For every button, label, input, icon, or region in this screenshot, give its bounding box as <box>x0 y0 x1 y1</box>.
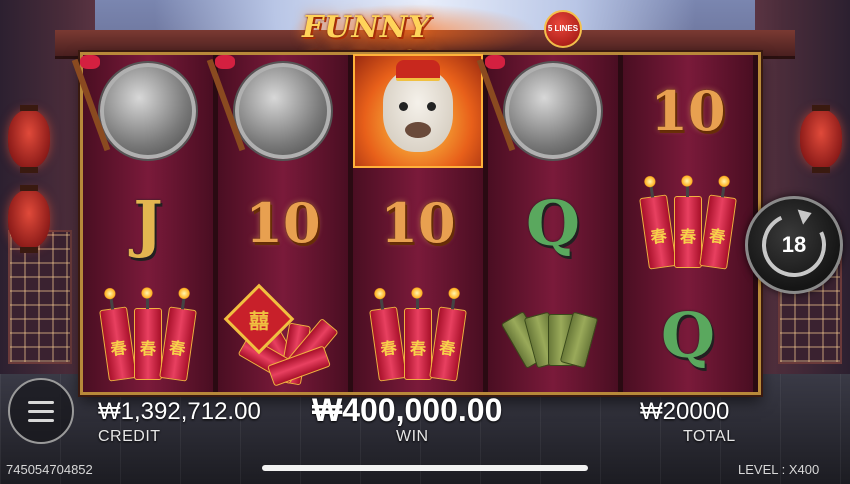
firecracker-icon: 春 <box>699 194 737 270</box>
firecracker-icon: 春 <box>639 194 677 270</box>
reel-cell <box>80 55 213 167</box>
firecracker-glyph: 春 <box>708 227 727 247</box>
firecracker-glyph: 春 <box>409 341 426 358</box>
firecracker-glyph: 春 <box>168 339 187 359</box>
firecracker-bundle-symbol: 囍 <box>223 283 339 387</box>
reel-cell: 10 <box>623 55 753 167</box>
lantern <box>8 185 50 253</box>
reel-cell <box>488 279 618 391</box>
reel-cell: 春春春 <box>623 167 753 279</box>
firecrackers-symbol: 春春春 <box>638 175 738 270</box>
reel-cell: J <box>83 167 213 279</box>
ribbon-icon <box>215 55 235 69</box>
win-value: ₩400,000.00 <box>312 392 503 428</box>
symbol-j: J <box>133 186 163 260</box>
firecrackers-symbol: 春春春 <box>368 287 468 382</box>
firecracker-icon: 春 <box>369 306 407 382</box>
reel-cell: 囍 <box>218 279 348 391</box>
symbol-q: Q <box>525 186 580 260</box>
level-label: LEVEL : <box>738 462 786 477</box>
firecracker-glyph: 春 <box>438 339 457 359</box>
gong-symbol <box>485 55 601 159</box>
total-bet-label: TOTAL <box>683 428 736 445</box>
left-window <box>8 230 72 364</box>
reel-cell: 10 <box>353 167 483 279</box>
firecracker-glyph: 春 <box>679 229 696 246</box>
lines-badge: 5 LINES <box>544 10 582 48</box>
alpaca-icon <box>383 60 453 152</box>
reel-cell: Q <box>623 279 753 391</box>
firecracker-icon: 春 <box>404 287 432 380</box>
gong-symbol <box>80 55 196 159</box>
double-happiness-glyph: 囍 <box>249 310 269 333</box>
hamburger-icon <box>28 409 54 413</box>
reel-3: 10 春春春 <box>353 54 485 392</box>
reel-cell <box>353 54 483 168</box>
spin-button[interactable]: 18 <box>745 196 843 294</box>
firecracker-icon: 春 <box>134 287 162 380</box>
reel-cell: Q <box>488 167 618 279</box>
ribbon-icon <box>485 55 505 69</box>
reel-cell: 10 <box>218 167 348 279</box>
firecracker-icon: 春 <box>429 306 467 382</box>
reel-board: J 春春春 10 囍 10 春春春 Q 10 春春春 Q <box>80 52 761 395</box>
reel-5: 10 春春春 Q <box>623 55 755 392</box>
firecracker-icon: 春 <box>159 306 197 382</box>
firecracker-glyph: 春 <box>109 339 128 359</box>
firecracker-icon: 春 <box>99 306 137 382</box>
lantern <box>800 105 842 173</box>
firecracker-glyph: 春 <box>649 227 668 247</box>
auto-spin-count: 18 <box>781 232 807 257</box>
session-id: 745054704852 <box>6 462 93 477</box>
hamburger-icon <box>28 400 54 404</box>
gong-symbol <box>215 55 331 159</box>
reel-cell: 春春春 <box>83 279 213 391</box>
firecracker-glyph: 春 <box>379 339 398 359</box>
symbol-q: Q <box>660 298 715 372</box>
game-logo: FUNNY ALPACA 5 LINES <box>286 4 582 80</box>
ribbon-icon <box>80 55 100 69</box>
credit-label: CREDIT <box>98 428 161 445</box>
reel-2: 10 囍 <box>215 55 350 392</box>
reel-1: J春春春 <box>80 55 215 392</box>
reel-cell <box>215 55 348 167</box>
hamburger-icon <box>28 418 54 422</box>
reel-cell <box>485 55 618 167</box>
symbol-10: 10 <box>380 191 456 255</box>
symbol-10: 10 <box>245 191 321 255</box>
firecracker-glyph: 春 <box>139 341 156 358</box>
reel-4: Q <box>485 55 620 392</box>
total-bet-value[interactable]: ₩20000 <box>640 398 729 426</box>
level-indicator: LEVEL : X400 <box>738 462 819 477</box>
jade-tokens-symbol <box>500 300 599 370</box>
firecrackers-symbol: 春春春 <box>98 287 198 382</box>
level-value: X400 <box>788 462 820 477</box>
reel-cell: 春春春 <box>353 279 483 391</box>
lantern <box>8 105 50 173</box>
menu-button[interactable] <box>8 378 74 444</box>
firecracker-icon: 春 <box>674 175 702 268</box>
home-indicator[interactable] <box>262 465 588 471</box>
win-label: WIN <box>396 428 429 445</box>
symbol-10: 10 <box>650 79 726 143</box>
credit-value: ₩1,392,712.00 <box>98 398 261 425</box>
alpaca-wild-symbol <box>353 54 483 168</box>
